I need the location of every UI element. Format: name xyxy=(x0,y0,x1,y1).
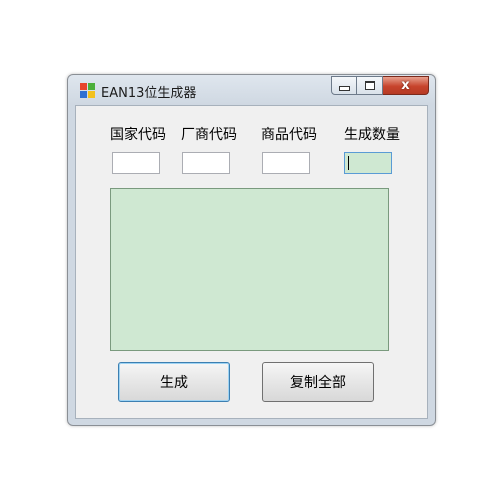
text-caret xyxy=(348,156,349,170)
minimize-button[interactable] xyxy=(331,76,357,95)
title-bar[interactable]: EAN13位生成器 x xyxy=(68,75,435,105)
copy-all-button[interactable]: 复制全部 xyxy=(262,362,374,402)
manufacturer-code-input[interactable] xyxy=(182,152,230,174)
country-code-input[interactable] xyxy=(112,152,160,174)
quantity-input[interactable] xyxy=(344,152,392,174)
manufacturer-code-label: 厂商代码 xyxy=(181,127,237,143)
product-code-input[interactable] xyxy=(262,152,310,174)
close-icon: x xyxy=(401,78,410,93)
app-icon-red-tile xyxy=(80,83,87,90)
app-icon-yellow-tile xyxy=(88,91,95,98)
maximize-button[interactable] xyxy=(357,76,383,95)
main-window: EAN13位生成器 x 国家代码 厂商代码 商品代码 生成数量 生成 复制全部 xyxy=(67,74,436,426)
window-title: EAN13位生成器 xyxy=(101,86,197,101)
country-code-label: 国家代码 xyxy=(110,127,166,143)
minimize-icon xyxy=(338,86,350,91)
product-code-label: 商品代码 xyxy=(261,127,317,143)
app-icon-blue-tile xyxy=(80,91,87,98)
close-button[interactable]: x xyxy=(383,76,429,95)
maximize-icon xyxy=(364,81,375,90)
app-icon-green-tile xyxy=(88,83,95,90)
output-textarea[interactable] xyxy=(110,188,389,351)
windows-app-icon[interactable] xyxy=(80,83,96,99)
quantity-label: 生成数量 xyxy=(344,127,400,143)
caption-buttons: x xyxy=(331,76,429,96)
client-area: 国家代码 厂商代码 商品代码 生成数量 生成 复制全部 xyxy=(75,105,428,419)
generate-button[interactable]: 生成 xyxy=(118,362,230,402)
